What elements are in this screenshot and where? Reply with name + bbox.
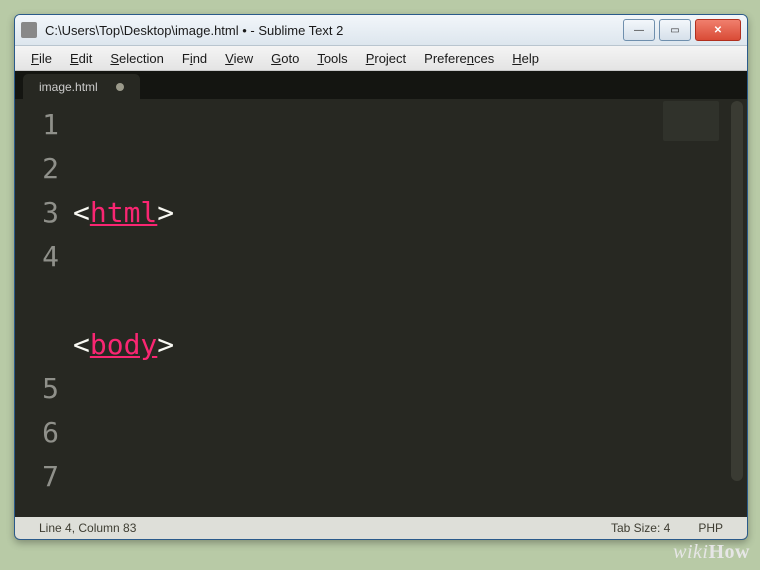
menu-help[interactable]: Help — [504, 49, 547, 68]
app-icon — [21, 22, 37, 38]
minimize-button[interactable]: — — [623, 19, 655, 41]
minimap[interactable] — [663, 101, 719, 141]
gutter: 1 2 3 4 5 6 7 — [15, 99, 69, 517]
menu-tools[interactable]: Tools — [309, 49, 355, 68]
menu-edit[interactable]: Edit — [62, 49, 100, 68]
dirty-indicator-icon — [116, 83, 124, 91]
tabbar: image.html — [15, 71, 747, 99]
menu-find[interactable]: Find — [174, 49, 215, 68]
menu-project[interactable]: Project — [358, 49, 414, 68]
watermark: wikiHow — [673, 541, 750, 564]
line-number: 7 — [15, 455, 59, 499]
menu-view[interactable]: View — [217, 49, 261, 68]
window-title: C:\Users\Top\Desktop\image.html • - Subl… — [45, 23, 623, 38]
tab-image-html[interactable]: image.html — [23, 74, 140, 99]
app-window: C:\Users\Top\Desktop\image.html • - Subl… — [14, 14, 748, 540]
code-line[interactable]: <body> — [73, 323, 747, 367]
line-number: 5 — [15, 367, 59, 411]
vertical-scrollbar[interactable] — [731, 101, 743, 481]
line-number: 4 — [15, 235, 59, 367]
code-area[interactable]: <html> <body> <img src="http://i1322. ph… — [69, 99, 747, 517]
maximize-button[interactable]: ▭ — [659, 19, 691, 41]
client-area: image.html 1 2 3 4 5 6 7 <html> <body> <… — [15, 71, 747, 539]
editor[interactable]: 1 2 3 4 5 6 7 <html> <body> <img src="ht… — [15, 99, 747, 517]
code-line[interactable]: <html> — [73, 191, 747, 235]
menu-selection[interactable]: Selection — [102, 49, 171, 68]
status-language[interactable]: PHP — [684, 521, 737, 535]
line-number: 3 — [15, 191, 59, 235]
status-position[interactable]: Line 4, Column 83 — [25, 521, 150, 535]
menu-file[interactable]: File — [23, 49, 60, 68]
line-number: 6 — [15, 411, 59, 455]
statusbar: Line 4, Column 83 Tab Size: 4 PHP — [15, 517, 747, 539]
titlebar[interactable]: C:\Users\Top\Desktop\image.html • - Subl… — [15, 15, 747, 46]
line-number: 2 — [15, 147, 59, 191]
menu-goto[interactable]: Goto — [263, 49, 307, 68]
line-number: 1 — [15, 103, 59, 147]
menu-preferences[interactable]: Preferences — [416, 49, 502, 68]
status-tabsize[interactable]: Tab Size: 4 — [597, 521, 684, 535]
menubar: File Edit Selection Find View Goto Tools… — [15, 46, 747, 71]
code-line[interactable] — [73, 455, 747, 499]
close-button[interactable]: ✕ — [695, 19, 741, 41]
tab-label: image.html — [39, 80, 98, 94]
